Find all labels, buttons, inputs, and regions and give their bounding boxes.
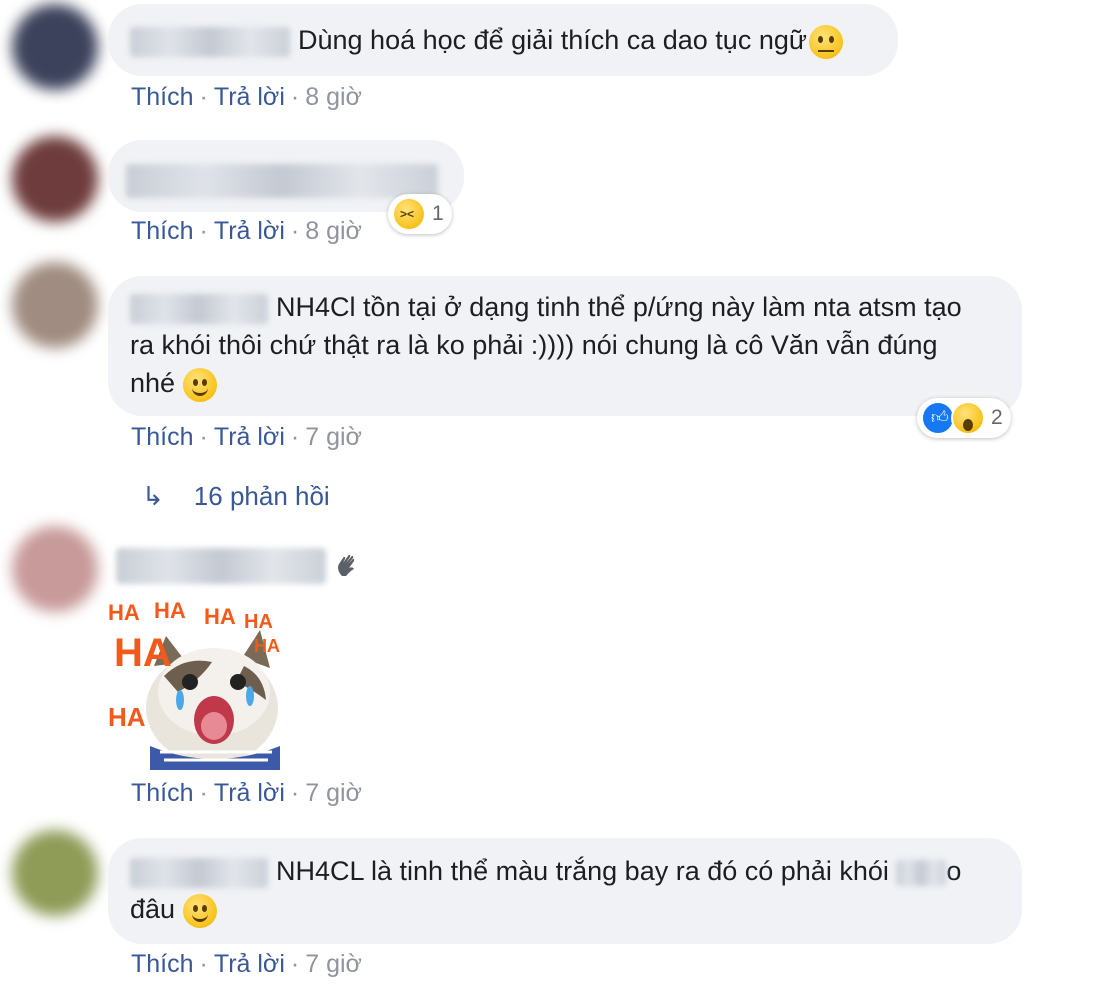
wow-reaction-icon: [951, 401, 985, 435]
avatar[interactable]: [12, 136, 98, 222]
sticker-ha-text: HA: [244, 611, 273, 633]
avatar[interactable]: [12, 830, 98, 916]
like-link[interactable]: Thích: [131, 423, 194, 451]
separator: ·: [199, 83, 208, 111]
comment-bubble: NH4CL là tinh thể màu trắng bay ra đó có…: [108, 838, 1022, 944]
reply-link[interactable]: Trả lời: [214, 423, 285, 451]
avatar[interactable]: [12, 526, 98, 612]
timestamp[interactable]: 8 giờ: [305, 83, 362, 111]
separator: ·: [290, 950, 300, 978]
timestamp[interactable]: 7 giờ: [305, 950, 362, 978]
comment-text-line-2: ra khói thôi chứ thật ra là ko phải :)))…: [130, 330, 938, 360]
comment-actions: Thích · Trả lời · 7 giờ: [131, 779, 362, 808]
timestamp[interactable]: 7 giờ: [305, 423, 362, 451]
smile-emoji-icon: [182, 367, 217, 402]
separator: ·: [290, 779, 300, 807]
smile-emoji-icon: [182, 893, 217, 928]
reaction-summary[interactable]: >< 1: [388, 194, 452, 234]
sticker-image: HA HA HA HA HA HA HA: [108, 598, 280, 770]
reply-arrow-icon: ↳: [142, 481, 164, 511]
reply-link[interactable]: Trả lời: [214, 83, 285, 111]
wave-hand-icon: [334, 552, 362, 587]
like-link[interactable]: Thích: [131, 779, 194, 807]
like-link[interactable]: Thích: [131, 950, 194, 978]
reaction-summary[interactable]: 👍︎ 2: [917, 398, 1011, 438]
sticker-ha-text: HA: [114, 631, 172, 675]
author-name[interactable]: [116, 548, 326, 584]
reply-link[interactable]: Trả lời: [214, 950, 285, 978]
author-name[interactable]: [130, 857, 268, 888]
view-replies-link[interactable]: ↳ 16 phản hồi: [142, 481, 330, 512]
reply-link[interactable]: Trả lời: [214, 779, 285, 807]
comment-text-tail: o: [946, 856, 962, 886]
replies-count: 16 phản hồi: [193, 481, 330, 511]
sticker-ha-text: HA: [154, 598, 186, 623]
timestamp[interactable]: 7 giờ: [305, 779, 362, 807]
author-name[interactable]: [130, 293, 268, 324]
separator: ·: [290, 423, 300, 451]
separator: ·: [199, 423, 208, 451]
separator: ·: [290, 83, 300, 111]
like-link[interactable]: Thích: [131, 83, 194, 111]
separator: ·: [290, 217, 300, 245]
haha-cat-sticker[interactable]: HA HA HA HA HA HA HA: [104, 596, 282, 770]
comment-text-line-1: NH4CL là tinh thể màu trắng bay ra đó có…: [276, 856, 889, 886]
timestamp[interactable]: 8 giờ: [305, 217, 362, 245]
avatar[interactable]: [12, 4, 98, 90]
sticker-ha-text: HA: [108, 600, 140, 625]
comment-text: Dùng hoá học để giải thích ca dao tục ng…: [298, 25, 807, 55]
comment-bubble: NH4Cl tồn tại ở dạng tinh thể p/ứng này …: [108, 276, 1022, 416]
comment-actions: Thích · Trả lời · 7 giờ: [131, 950, 362, 979]
comment-bubble: Dùng hoá học để giải thích ca dao tục ng…: [108, 4, 898, 76]
reaction-count: 2: [991, 406, 1003, 429]
reaction-count: 1: [432, 202, 444, 225]
separator: ·: [199, 217, 208, 245]
author-name[interactable]: [130, 26, 290, 57]
comment-text-line-1: NH4Cl tồn tại ở dạng tinh thể p/ứng này …: [276, 292, 962, 322]
haha-reaction-icon: ><: [392, 197, 426, 231]
separator: ·: [199, 779, 208, 807]
reply-link[interactable]: Trả lời: [214, 217, 285, 245]
sticker-ha-text: HA: [204, 604, 236, 629]
blurred-word: [896, 859, 947, 886]
comment-actions: Thích · Trả lời · 8 giờ: [131, 83, 362, 112]
comment-actions: Thích · Trả lời · 7 giờ: [131, 423, 362, 452]
comment-actions: Thích · Trả lời · 8 giờ: [131, 217, 362, 246]
comment-text-line-2: đâu: [130, 894, 176, 924]
sticker-ha-text: HA: [108, 702, 146, 732]
like-link[interactable]: Thích: [131, 217, 194, 245]
sticker-ha-text: HA: [254, 636, 280, 656]
author-name[interactable]: [126, 163, 438, 198]
separator: ·: [199, 950, 208, 978]
comment-text-line-3: nhé: [130, 368, 176, 398]
eye-roll-emoji-icon: [808, 24, 843, 59]
avatar[interactable]: [12, 262, 98, 348]
like-reaction-icon: 👍︎: [921, 401, 955, 435]
